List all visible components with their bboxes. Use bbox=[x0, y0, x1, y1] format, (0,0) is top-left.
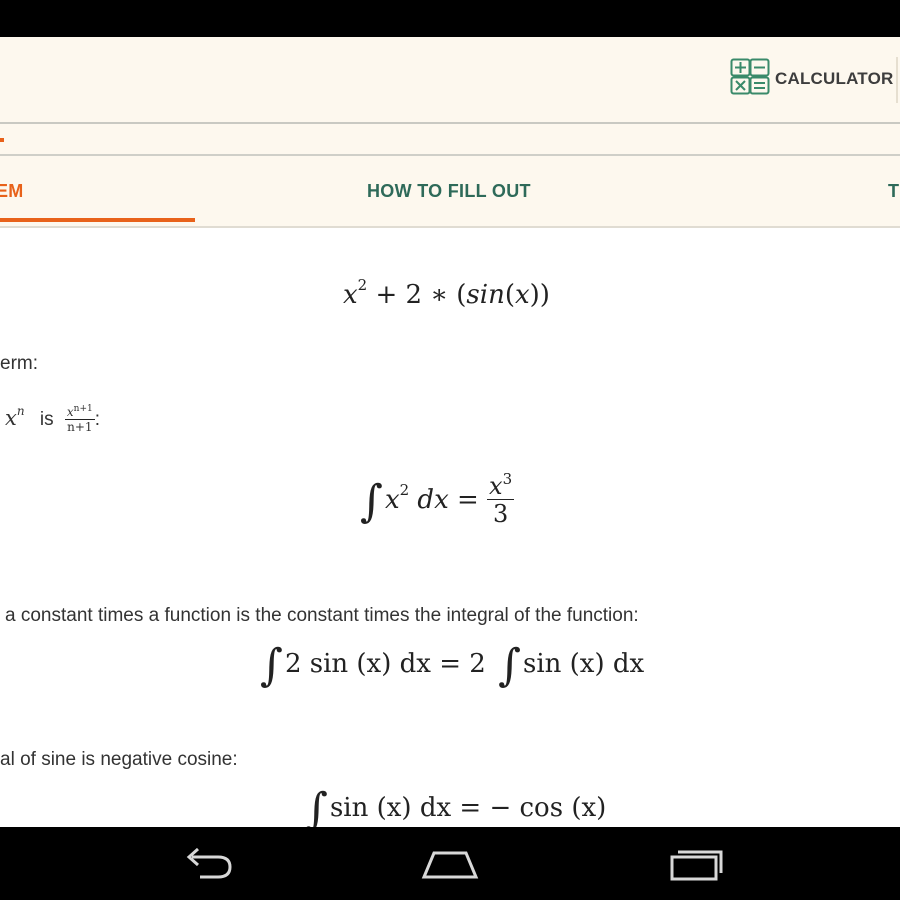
toolbar: CALCULATOR bbox=[0, 37, 900, 123]
step-text-term: erm: bbox=[0, 353, 38, 374]
active-tab-indicator bbox=[0, 218, 195, 222]
problem-expression: x2 + 2 ∗ (sin(x)) bbox=[343, 276, 550, 310]
back-icon[interactable] bbox=[178, 845, 238, 888]
orange-mark bbox=[0, 138, 4, 142]
tab-problem[interactable]: EM bbox=[0, 181, 24, 202]
calculator-button[interactable]: CALCULATOR bbox=[730, 58, 894, 101]
power-rule-line: xn is xn+1 n+1 : bbox=[5, 403, 101, 435]
integral-x-squared: ∫x2 dx = x3 3 bbox=[360, 469, 515, 529]
step-text-sine: al of sine is negative cosine: bbox=[0, 749, 238, 770]
home-icon[interactable] bbox=[420, 845, 480, 888]
toolbar-divider bbox=[896, 57, 898, 103]
recents-icon[interactable] bbox=[666, 845, 726, 888]
tab-how-to-fill-out[interactable]: HOW TO FILL OUT bbox=[367, 181, 531, 202]
app-window: CALCULATOR EM HOW TO FILL OUT T x2 + 2 ∗… bbox=[0, 37, 900, 827]
navigation-bar bbox=[0, 827, 900, 900]
status-bar bbox=[0, 0, 900, 37]
step-text-constant: a constant times a function is the const… bbox=[5, 605, 639, 626]
solution-content: x2 + 2 ∗ (sin(x)) erm: xn is xn+1 n+1 : … bbox=[0, 228, 900, 827]
sub-strip bbox=[0, 124, 900, 154]
integral-constant-sine: ∫2 sin (x) dx = 2 ∫sin (x) dx bbox=[260, 640, 645, 691]
integral-sine: ∫sin (x) dx = − cos (x) bbox=[305, 784, 607, 827]
calculator-icon bbox=[730, 58, 770, 101]
calculator-label: CALCULATOR bbox=[775, 69, 894, 88]
tab-next[interactable]: T bbox=[888, 181, 899, 202]
tab-bar: EM HOW TO FILL OUT T bbox=[0, 156, 900, 226]
